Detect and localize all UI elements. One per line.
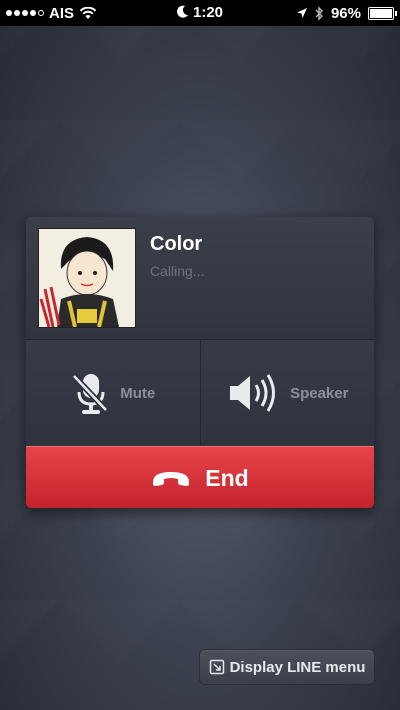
status-bar: AIS 1:20 96% [0,0,400,26]
contact-name: Color [150,233,203,255]
call-status: Calling... [150,263,205,279]
call-controls: Mute Speaker [26,340,374,446]
battery-percent: 96% [330,4,361,22]
wifi-icon [79,6,97,19]
call-card: Color Calling... Mute Speaker End [26,217,374,508]
signal-strength-icon [6,10,44,16]
display-line-menu-button[interactable]: Display LINE menu [199,649,375,685]
carrier-name: AIS [49,4,75,22]
display-line-menu-label: Display LINE menu [229,658,366,676]
bluetooth-icon [315,5,323,21]
menu-expand-icon [209,659,224,675]
contact-panel: Color Calling... [26,217,374,340]
speaker-label: Speaker [290,384,349,402]
speaker-button[interactable]: Speaker [199,340,374,446]
microphone-muted-icon [72,373,109,414]
location-icon [296,8,307,18]
mute-label: Mute [120,384,156,402]
speaker-icon [230,374,276,412]
battery-icon [368,6,397,20]
end-call-button[interactable]: End [26,446,374,508]
hang-up-icon [153,472,190,486]
moon-icon [176,5,188,18]
avatar [38,228,136,328]
clock-time: 1:20 [192,4,224,21]
mute-button[interactable]: Mute [26,340,200,446]
end-call-label: End [205,464,249,491]
